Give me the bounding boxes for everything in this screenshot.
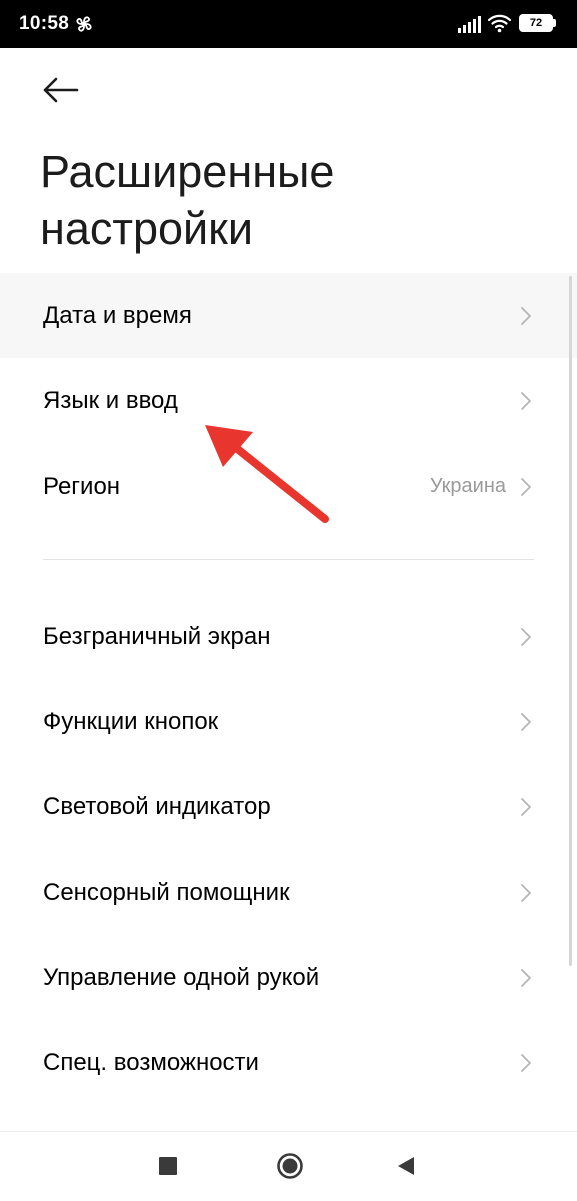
- recents-icon[interactable]: [159, 1157, 177, 1175]
- settings-item-label: Регион: [43, 473, 121, 500]
- settings-item-label: Световой индикатор: [43, 793, 271, 820]
- chevron-right-icon: [521, 392, 531, 410]
- settings-item-quick-ball[interactable]: Сенсорный помощник: [0, 850, 577, 935]
- home-icon[interactable]: [276, 1152, 304, 1180]
- back-button[interactable]: [36, 68, 88, 114]
- chevron-right-icon: [521, 628, 531, 646]
- settings-item-date-time[interactable]: Дата и время: [0, 273, 577, 358]
- settings-item-accessibility[interactable]: Спец. возможности: [0, 1020, 577, 1105]
- scrollbar[interactable]: [569, 276, 572, 966]
- settings-item-value: Украина: [429, 475, 506, 497]
- chevron-right-icon: [521, 478, 531, 496]
- settings-item-label: Безграничный экран: [43, 623, 271, 650]
- battery-tip: [553, 19, 556, 27]
- page-title: Расширенные настройки: [40, 146, 335, 254]
- status-time: 10:58: [19, 13, 70, 34]
- status-bar: 10:58 72: [0, 0, 577, 48]
- back-arrow-icon: [43, 77, 79, 103]
- settings-item-led-indicator[interactable]: Световой индикатор: [0, 764, 577, 849]
- signal-icon: [458, 16, 481, 33]
- settings-item-label: Спец. возможности: [43, 1049, 259, 1076]
- settings-item-label: Язык и ввод: [43, 387, 178, 414]
- navigation-bar: [0, 1131, 577, 1201]
- settings-item-fullscreen-display[interactable]: Безграничный экран: [0, 594, 577, 679]
- battery-icon: 72: [519, 14, 553, 32]
- chevron-right-icon: [521, 969, 531, 987]
- settings-item-button-functions[interactable]: Функции кнопок: [0, 679, 577, 764]
- back-icon[interactable]: [395, 1155, 417, 1177]
- chevron-right-icon: [521, 1054, 531, 1072]
- battery-level: 72: [529, 17, 543, 29]
- arrow-icon: [205, 425, 329, 523]
- chevron-right-icon: [521, 798, 531, 816]
- chevron-right-icon: [521, 713, 531, 731]
- wifi-icon: [488, 14, 511, 33]
- fan-icon: [76, 16, 92, 32]
- settings-item-label: Сенсорный помощник: [43, 879, 290, 906]
- settings-item-label: Дата и время: [43, 302, 192, 329]
- chevron-right-icon: [521, 307, 531, 325]
- settings-item-label: Управление одной рукой: [43, 964, 320, 991]
- settings-item-label: Функции кнопок: [43, 708, 219, 735]
- section-divider: [43, 559, 534, 560]
- settings-item-one-handed-mode[interactable]: Управление одной рукой: [0, 935, 577, 1020]
- chevron-right-icon: [521, 884, 531, 902]
